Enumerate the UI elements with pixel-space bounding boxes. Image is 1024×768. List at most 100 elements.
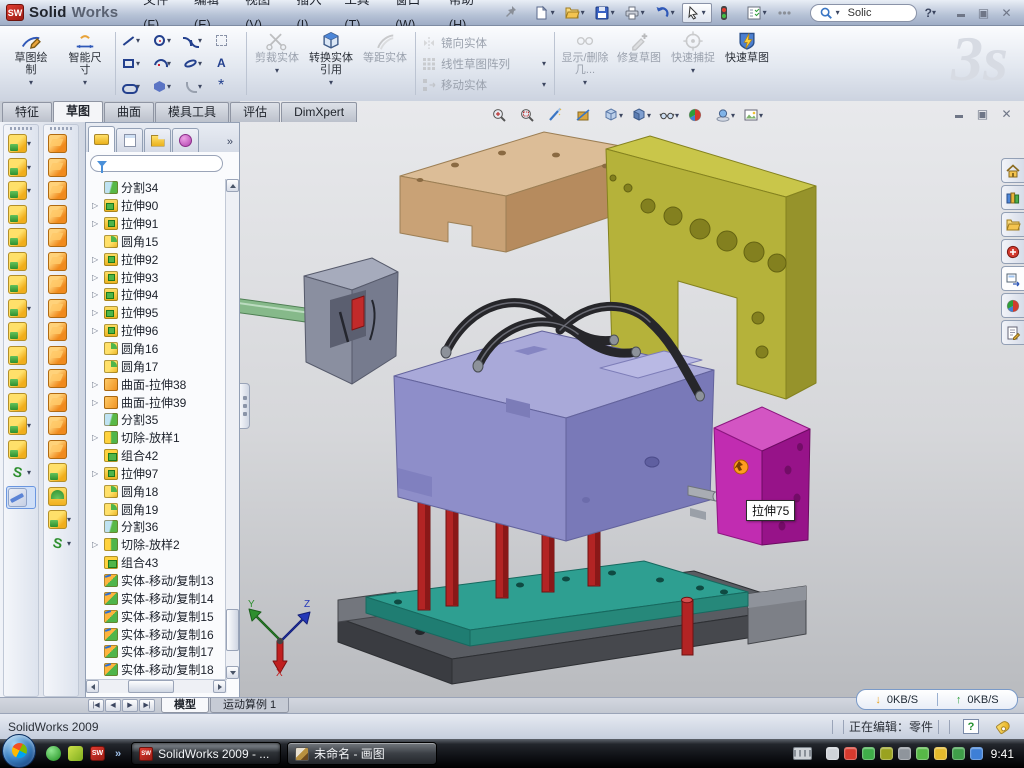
sync-tray-icon[interactable] — [970, 747, 983, 760]
view-orientation-icon[interactable] — [602, 106, 627, 124]
quick-launch-overflow[interactable]: » — [115, 748, 121, 760]
undo-icon[interactable] — [652, 4, 680, 22]
taskbar-solidworks-button[interactable]: SW SolidWorks 2009 - ... — [131, 742, 281, 765]
tree-item[interactable]: 曲面-拉伸38 — [92, 375, 227, 393]
tree-item[interactable]: 圆角18 — [92, 482, 227, 500]
quick-snaps-button[interactable]: 快速捕捉 — [666, 28, 720, 99]
expand-arrow-icon[interactable] — [92, 290, 101, 299]
spline-icon[interactable] — [181, 29, 212, 52]
display-delete-relations-button[interactable]: 显示/删除几... — [558, 28, 612, 99]
panel-splitter-handle[interactable] — [240, 383, 250, 429]
tree-item[interactable]: 实体-移动/复制18 — [92, 661, 227, 679]
mirror-entities-button[interactable]: 镜向实体 — [419, 33, 551, 53]
measure-icon[interactable] — [6, 486, 36, 509]
options-list-icon[interactable] — [744, 4, 772, 22]
line-icon[interactable] — [119, 29, 150, 52]
tree-item[interactable]: 组合42 — [92, 447, 227, 465]
solidworks-quick-icon[interactable]: SW — [90, 746, 105, 761]
ime-keyboard-icon[interactable] — [826, 747, 839, 760]
configurationmanager-tab[interactable] — [144, 128, 171, 152]
antivirus-quick-icon[interactable] — [68, 746, 83, 761]
lofted-surface-icon[interactable] — [47, 204, 75, 225]
command-tab[interactable]: 特征 — [2, 102, 52, 122]
scrollbar-thumb[interactable] — [226, 609, 239, 651]
revolved-surface-icon[interactable] — [47, 157, 75, 178]
firewall-tray-icon[interactable] — [862, 747, 875, 760]
close-button[interactable] — [999, 6, 1014, 19]
tree-item[interactable]: 切除-放样2 — [92, 536, 227, 554]
view-settings-icon[interactable] — [742, 106, 767, 124]
antivirus-tray-icon[interactable] — [844, 747, 857, 760]
tree-item[interactable]: 切除-放样1 — [92, 429, 227, 447]
planar-surface-icon[interactable] — [47, 274, 75, 295]
tree-item[interactable]: 拉伸94 — [92, 286, 227, 304]
tree-item[interactable]: 圆角16 — [92, 340, 227, 358]
tree-item[interactable]: 实体-移动/复制14 — [92, 589, 227, 607]
selection-box-icon[interactable] — [212, 29, 243, 52]
tree-item[interactable]: 拉伸95 — [92, 304, 227, 322]
arc-icon[interactable] — [150, 52, 181, 75]
scroll-left-button[interactable] — [86, 680, 99, 693]
scroll-right-button[interactable] — [213, 680, 226, 693]
search-scope-dropdown[interactable] — [836, 8, 843, 17]
swept-surface-icon[interactable] — [47, 180, 75, 201]
dome-icon[interactable] — [47, 486, 75, 507]
taskbar-paint-button[interactable]: 未命名 - 画图 — [287, 742, 437, 765]
tree-item[interactable]: 拉伸92 — [92, 250, 227, 268]
expand-arrow-icon[interactable] — [92, 326, 101, 335]
expand-arrow-icon[interactable] — [92, 398, 101, 407]
slot-icon[interactable] — [119, 75, 150, 98]
new-document-icon[interactable] — [532, 4, 560, 22]
tree-item[interactable]: 分割35 — [92, 411, 227, 429]
extruded-surface-icon[interactable] — [47, 133, 75, 154]
tree-item[interactable]: 实体-移动/复制15 — [92, 607, 227, 625]
minimize-button[interactable] — [953, 6, 968, 19]
filled-surface-icon[interactable] — [47, 251, 75, 272]
volume-tray-icon[interactable] — [898, 747, 911, 760]
sketch-text-icon[interactable] — [212, 52, 243, 75]
rebuild-traffic-light-icon[interactable] — [714, 4, 742, 22]
offset-surface-icon[interactable] — [47, 298, 75, 319]
tree-item[interactable]: 组合43 — [92, 554, 227, 572]
command-tab[interactable]: 曲面 — [104, 102, 154, 122]
edit-appearance-icon[interactable] — [686, 106, 711, 124]
smart-dimension-button[interactable]: 智能尺寸 — [58, 28, 112, 99]
tree-item[interactable]: 圆角15 — [92, 233, 227, 251]
search-box[interactable] — [810, 4, 917, 22]
offset-entities-button[interactable]: 等距实体 — [358, 28, 412, 99]
extrude-cut-icon[interactable] — [7, 157, 35, 178]
help-button[interactable]: ? — [925, 6, 939, 20]
section-view-icon[interactable] — [574, 106, 599, 124]
tab-nav-button[interactable]: ▶ — [122, 699, 138, 712]
scroll-down-button[interactable] — [226, 666, 239, 679]
rectangle-icon[interactable] — [119, 52, 150, 75]
hide-show-items-icon[interactable] — [658, 106, 683, 124]
expand-arrow-icon[interactable] — [92, 308, 101, 317]
point-icon[interactable] — [212, 75, 243, 98]
zoom-area-icon[interactable] — [518, 106, 543, 124]
boundary-surface-icon[interactable] — [47, 227, 75, 248]
trim-surface-icon[interactable] — [47, 439, 75, 460]
propertymanager-tab[interactable] — [116, 128, 143, 152]
command-tab[interactable]: 草图 — [53, 101, 103, 122]
expand-arrow-icon[interactable] — [92, 433, 101, 442]
tree-filter-box[interactable] — [90, 155, 223, 172]
extrude-boss-icon[interactable] — [7, 133, 35, 154]
tree-item[interactable]: 实体-移动/复制17 — [92, 643, 227, 661]
tab-nav-button[interactable]: |◀ — [88, 699, 104, 712]
delete-face-icon[interactable] — [47, 368, 75, 389]
apply-scene-icon[interactable] — [714, 106, 739, 124]
doc-restore-button[interactable] — [975, 107, 990, 120]
dimxpertmanager-tab[interactable] — [172, 128, 199, 152]
alert-tray-icon[interactable] — [934, 747, 947, 760]
select-arrow-icon[interactable] — [682, 3, 712, 23]
tree-item[interactable]: 实体-移动/复制16 — [92, 625, 227, 643]
tree-item[interactable]: 曲面-拉伸39 — [92, 393, 227, 411]
search-input[interactable] — [846, 6, 908, 20]
tree-item[interactable]: 圆角19 — [92, 500, 227, 518]
swept-boss-icon[interactable] — [7, 204, 35, 225]
expand-arrow-icon[interactable] — [92, 219, 101, 228]
taskbar-clock[interactable]: 9:41 — [991, 747, 1014, 761]
shell-icon[interactable] — [7, 251, 35, 272]
graphics-viewport[interactable]: Y Z X 拉伸75 — [240, 101, 1024, 697]
